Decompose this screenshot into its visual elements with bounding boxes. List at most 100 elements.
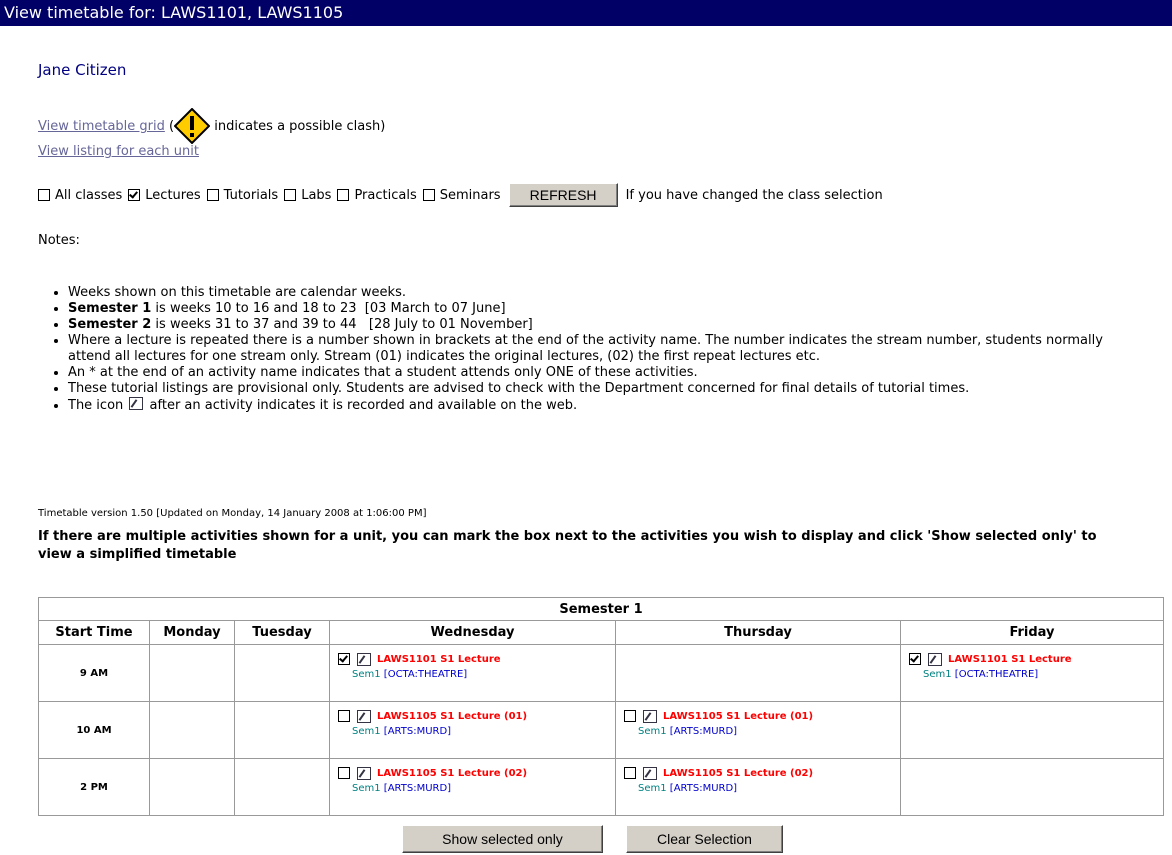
lectures-checkbox[interactable]	[128, 189, 141, 201]
clash-note: indicates a possible clash)	[214, 119, 386, 134]
column-header: Thursday	[615, 620, 901, 645]
table-row: 10 AM LAWS1105 S1 Lecture (01) Sem1 [ART…	[38, 701, 1164, 759]
empty-slot	[149, 644, 235, 702]
all-classes-checkbox[interactable]	[38, 189, 50, 201]
recorded-lecture-icon[interactable]	[643, 709, 657, 723]
activity-location: Sem1 [OCTA:THEATRE]	[352, 669, 615, 680]
activity-checkbox[interactable]	[338, 653, 350, 665]
semester-code: Sem1	[638, 726, 667, 737]
filter-label: Lectures	[145, 187, 201, 203]
filter-labs[interactable]: Labs	[284, 188, 331, 203]
filter-lectures[interactable]: Lectures	[128, 187, 201, 203]
note-text: is weeks 31 to 37 and 39 to 44 [28 July …	[151, 317, 533, 332]
filter-label: Labs	[301, 187, 332, 203]
note-item: Weeks shown on this timetable are calend…	[68, 285, 1138, 301]
labs-checkbox[interactable]	[284, 189, 297, 201]
room: [ARTS:MURD]	[383, 726, 452, 737]
semester-header: Semester 1	[38, 597, 1164, 621]
page-title: View timetable for: LAWS1101, LAWS1105	[4, 3, 344, 22]
filter-seminars[interactable]: Seminars	[422, 187, 501, 203]
notes-heading: Notes:	[38, 233, 80, 248]
class-filter-bar: All classes Lectures Tutorials Labs Prac…	[38, 182, 883, 208]
activity-name[interactable]: LAWS1105 S1 Lecture (02)	[377, 768, 527, 779]
note-bold: Semester 1	[68, 301, 152, 316]
filter-label: Seminars	[439, 187, 501, 203]
note-bold: Semester 2	[68, 317, 152, 332]
note-text: Weeks shown on this timetable are calend…	[68, 285, 406, 300]
seminars-checkbox[interactable]	[422, 189, 435, 201]
activity-checkbox[interactable]	[338, 767, 350, 779]
activity-checkbox[interactable]	[909, 653, 921, 665]
student-name: Jane Citizen	[38, 61, 127, 79]
note-text: An * at the end of an activity name indi…	[68, 365, 698, 380]
activity-checkbox[interactable]	[338, 710, 350, 722]
activity-slot: LAWS1105 S1 Lecture (01) Sem1 [ARTS:MURD…	[615, 701, 901, 759]
activity-location: Sem1 [ARTS:MURD]	[638, 726, 900, 737]
notes-list: Weeks shown on this timetable are calend…	[54, 285, 1138, 414]
empty-slot	[149, 701, 235, 759]
table-row: 2 PM LAWS1105 S1 Lecture (02) Sem1 [ARTS…	[38, 758, 1164, 816]
activity-slot: LAWS1105 S1 Lecture (02) Sem1 [ARTS:MURD…	[329, 758, 616, 816]
empty-slot	[234, 701, 330, 759]
show-selected-only-button[interactable]: Show selected only	[402, 825, 603, 853]
room: [ARTS:MURD]	[383, 783, 452, 794]
semester-code: Sem1	[352, 726, 381, 737]
note-item: Semester 2 is weeks 31 to 37 and 39 to 4…	[68, 317, 1138, 333]
column-header: Start Time	[38, 620, 150, 645]
activity-name[interactable]: LAWS1101 S1 Lecture	[377, 654, 501, 665]
recorded-lecture-icon[interactable]	[643, 766, 657, 780]
note-text: after an activity indicates it is record…	[149, 398, 578, 413]
activity-slot: LAWS1105 S1 Lecture (01) Sem1 [ARTS:MURD…	[329, 701, 616, 759]
note-item: These tutorial listings are provisional …	[68, 381, 1138, 397]
start-time: 2 PM	[38, 758, 150, 816]
semester-code: Sem1	[638, 783, 667, 794]
semester-code: Sem1	[923, 669, 952, 680]
note-item: Where a lecture is repeated there is a n…	[68, 333, 1138, 365]
recorded-lecture-icon[interactable]	[357, 766, 371, 780]
activity-location: Sem1 [ARTS:MURD]	[352, 783, 615, 794]
warning-diamond-icon	[174, 108, 211, 144]
activity-location: Sem1 [ARTS:MURD]	[638, 783, 900, 794]
activity-checkbox[interactable]	[624, 767, 636, 779]
activity-name[interactable]: LAWS1105 S1 Lecture (01)	[377, 711, 527, 722]
selection-instructions: If there are multiple activities shown f…	[38, 529, 1097, 562]
room: [ARTS:MURD]	[669, 783, 738, 794]
empty-slot	[615, 644, 901, 702]
timetable-version: Timetable version 1.50 [Updated on Monda…	[38, 508, 427, 519]
refresh-hint: If you have changed the class selection	[625, 187, 883, 203]
filter-all-classes[interactable]: All classes	[38, 188, 122, 203]
view-timetable-grid-link[interactable]: View timetable grid	[38, 119, 165, 134]
clear-selection-button[interactable]: Clear Selection	[626, 825, 783, 853]
column-header: Friday	[900, 620, 1164, 645]
practicals-checkbox[interactable]	[337, 189, 350, 201]
note-text: The icon	[68, 398, 124, 413]
refresh-button[interactable]: REFRESH	[508, 183, 618, 207]
tutorials-checkbox[interactable]	[206, 189, 219, 201]
note-text: is weeks 10 to 16 and 18 to 23 [03 March…	[151, 301, 506, 316]
view-listing-link[interactable]: View listing for each unit	[38, 144, 199, 159]
recorded-lecture-icon[interactable]	[928, 652, 942, 666]
room: [ARTS:MURD]	[669, 726, 738, 737]
start-time: 10 AM	[38, 701, 150, 759]
activity-name[interactable]: LAWS1105 S1 Lecture (01)	[663, 711, 813, 722]
empty-slot	[149, 758, 235, 816]
note-text: Where a lecture is repeated there is a n…	[68, 333, 1103, 364]
column-header: Wednesday	[329, 620, 616, 645]
column-header: Tuesday	[234, 620, 330, 645]
filter-label: Practicals	[354, 187, 417, 203]
filter-tutorials[interactable]: Tutorials	[206, 188, 278, 203]
empty-slot	[234, 644, 330, 702]
activity-location: Sem1 [ARTS:MURD]	[352, 726, 615, 737]
activity-name[interactable]: LAWS1101 S1 Lecture	[948, 654, 1072, 665]
recorded-lecture-icon[interactable]	[357, 709, 371, 723]
activity-name[interactable]: LAWS1105 S1 Lecture (02)	[663, 768, 813, 779]
recorded-lecture-icon[interactable]	[357, 652, 371, 666]
activity-checkbox[interactable]	[624, 710, 636, 722]
empty-slot	[900, 701, 1164, 759]
empty-slot	[234, 758, 330, 816]
timetable-grid: Semester 1 Start Time Monday Tuesday Wed…	[38, 597, 1164, 816]
note-item: Semester 1 is weeks 10 to 16 and 18 to 2…	[68, 301, 1138, 317]
empty-slot	[900, 758, 1164, 816]
view-links: View timetable grid ( indicates a possib…	[38, 108, 385, 160]
filter-practicals[interactable]: Practicals	[337, 187, 417, 203]
